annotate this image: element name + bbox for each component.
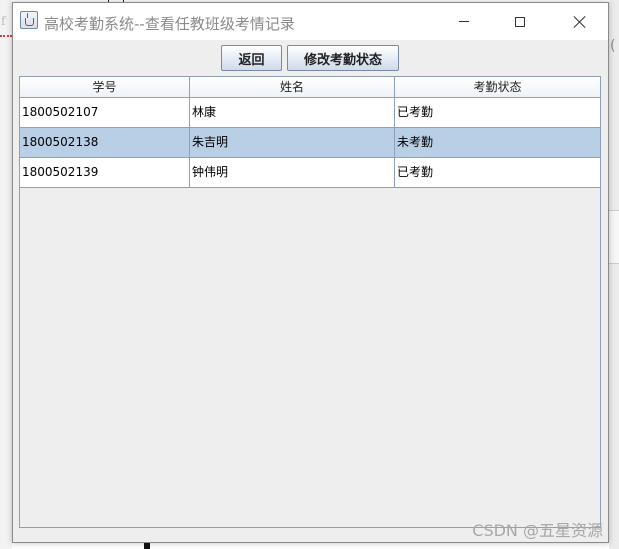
java-cup-mark [25,18,34,26]
background-fragment-bottom [78,543,158,549]
cell-status: 未考勤 [397,135,434,149]
attendance-window: 高校考勤系统--查看任教班级考情记录 返回 修改考勤状态 学号 姓名 考勤状态 … [12,2,609,543]
cell-student-id: 1800502138 [20,128,190,157]
close-button[interactable] [557,3,603,40]
modify-attendance-button[interactable]: 修改考勤状态 [287,45,399,71]
table-row[interactable]: 1800502107 林康 已考勤 [20,98,600,128]
content-panel: 返回 修改考勤状态 学号 姓名 考勤状态 1800502107 林康 已考勤 1… [13,40,608,542]
java-cup-icon [20,11,38,29]
column-header-status[interactable]: 考勤状态 [395,77,600,97]
minimize-icon [459,21,469,22]
maximize-button[interactable] [497,3,543,40]
toolbar: 返回 修改考勤状态 [13,45,608,73]
table-row[interactable]: 1800502139 钟伟明 已考勤 [20,158,600,188]
minimize-button[interactable] [441,3,487,40]
background-fragment-bar [144,543,150,549]
background-fragment-text: f [1,14,6,28]
cell-status: 已考勤 [397,105,434,119]
column-header-student-id[interactable]: 学号 [20,77,190,97]
background-app-right: ( [609,0,619,549]
cell-student-id: 1800502139 [20,158,190,187]
table-row[interactable]: 1800502138 朱吉明 未考勤 [20,128,600,158]
title-bar[interactable]: 高校考勤系统--查看任教班级考情记录 [13,3,608,40]
maximize-icon [515,16,525,27]
column-header-name[interactable]: 姓名 [190,77,395,97]
cell-name: 林康 [190,98,395,127]
background-app-left: f [0,0,12,549]
spellcheck-underline [0,32,12,37]
window-title: 高校考勤系统--查看任教班级考情记录 [44,15,295,33]
background-fragment-glyph: ( [610,38,616,54]
watermark: CSDN @五星资源 [472,521,603,540]
cell-name: 朱吉明 [190,128,395,157]
cell-status: 已考勤 [397,165,434,179]
background-fragment-box [609,210,619,264]
close-icon [573,15,587,29]
attendance-table: 学号 姓名 考勤状态 1800502107 林康 已考勤 1800502138 … [19,76,601,528]
cell-name: 钟伟明 [190,158,395,187]
cell-student-id: 1800502107 [20,98,190,127]
table-header: 学号 姓名 考勤状态 [20,77,600,98]
back-button[interactable]: 返回 [221,45,282,71]
